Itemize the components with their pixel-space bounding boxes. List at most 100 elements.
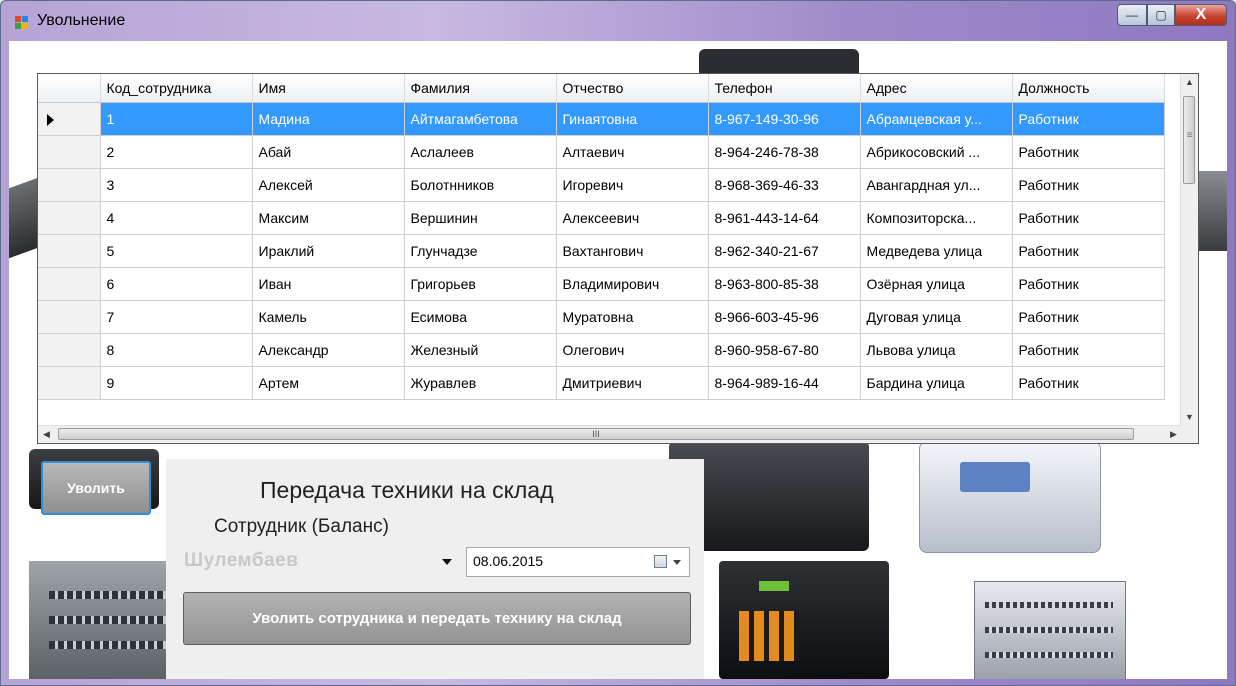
table-cell[interactable]: Железный [404,333,557,367]
table-cell[interactable]: 1 [100,102,253,136]
table-cell[interactable]: 8-964-246-78-38 [708,135,861,169]
table-cell[interactable]: Григорьев [404,267,557,301]
horizontal-scrollbar[interactable]: ◀ III ▶ [38,425,1182,443]
table-cell[interactable]: Иван [252,267,405,301]
calendar-icon[interactable] [654,555,667,568]
table-cell[interactable]: Работник [1012,300,1165,334]
table-cell[interactable]: Журавлев [404,366,557,400]
row-header[interactable] [38,366,101,400]
row-header[interactable] [38,333,101,367]
fire-and-transfer-button[interactable]: Уволить сотрудника и передать технику на… [183,592,691,645]
table-cell[interactable]: 8-961-443-14-64 [708,201,861,235]
column-header[interactable]: Фамилия [404,74,557,103]
table-cell[interactable]: Медведева улица [860,234,1013,268]
table-row[interactable]: 7 Камель Есимова Муратовна 8-966-603-45-… [38,300,1165,334]
table-cell[interactable]: 8-960-958-67-80 [708,333,861,367]
table-cell[interactable]: Работник [1012,333,1165,367]
table-cell[interactable]: Вершинин [404,201,557,235]
table-cell[interactable]: Алексей [252,168,405,202]
column-header[interactable]: Телефон [708,74,861,103]
table-cell[interactable]: 8-963-800-85-38 [708,267,861,301]
table-cell[interactable]: 7 [100,300,253,334]
table-row[interactable]: 8 Александр Железный Олегович 8-960-958-… [38,333,1165,367]
table-row[interactable]: 9 Артем Журавлев Дмитриевич 8-964-989-16… [38,366,1165,400]
table-cell[interactable]: 5 [100,234,253,268]
column-header[interactable]: Адрес [860,74,1013,103]
fire-button[interactable]: Уволить [41,461,151,515]
date-picker[interactable]: 08.06.2015 [466,547,690,577]
table-cell[interactable]: Алексеевич [556,201,709,235]
table-cell[interactable]: Абрикосовский ... [860,135,1013,169]
table-cell[interactable]: Дуговая улица [860,300,1013,334]
table-cell[interactable]: Бардина улица [860,366,1013,400]
table-cell[interactable]: Айтмагамбетова [404,102,557,136]
column-header[interactable]: Код_сотрудника [100,74,253,103]
table-cell[interactable]: 3 [100,168,253,202]
table-cell[interactable]: Есимова [404,300,557,334]
horizontal-scroll-thumb[interactable]: III [58,428,1134,440]
column-header[interactable]: Должность [1012,74,1165,103]
row-header[interactable] [38,234,101,268]
table-cell[interactable]: Максим [252,201,405,235]
table-row[interactable]: 6 Иван Григорьев Владимирович 8-963-800-… [38,267,1165,301]
scroll-left-arrow-icon[interactable]: ◀ [38,426,55,443]
table-cell[interactable]: Работник [1012,201,1165,235]
scroll-right-arrow-icon[interactable]: ▶ [1165,426,1182,443]
column-header[interactable]: Отчество [556,74,709,103]
title-bar[interactable]: Увольнение — ▢ X [1,1,1235,41]
table-cell[interactable]: Ираклий [252,234,405,268]
table-cell[interactable]: Львова улица [860,333,1013,367]
table-cell[interactable]: 8-968-369-46-33 [708,168,861,202]
table-cell[interactable]: Работник [1012,234,1165,268]
table-cell[interactable]: Муратовна [556,300,709,334]
table-cell[interactable]: Работник [1012,366,1165,400]
table-row[interactable]: 1 Мадина Айтмагамбетова Гинаятовна 8-967… [38,102,1165,136]
table-cell[interactable]: Артем [252,366,405,400]
table-cell[interactable]: 8 [100,333,253,367]
table-cell[interactable]: Работник [1012,267,1165,301]
row-header[interactable] [38,267,101,301]
row-header[interactable] [38,135,101,169]
row-header[interactable] [38,102,101,136]
table-cell[interactable]: Игоревич [556,168,709,202]
table-cell[interactable]: Работник [1012,168,1165,202]
table-row[interactable]: 5 Ираклий Глунчадзе Вахтангович 8-962-34… [38,234,1165,268]
table-cell[interactable]: Дмитриевич [556,366,709,400]
table-cell[interactable]: 4 [100,201,253,235]
table-cell[interactable]: Олегович [556,333,709,367]
table-cell[interactable]: 8-967-149-30-96 [708,102,861,136]
table-cell[interactable]: Работник [1012,102,1165,136]
row-header[interactable] [38,201,101,235]
table-cell[interactable]: Болотнников [404,168,557,202]
column-header[interactable]: Имя [252,74,405,103]
table-row[interactable]: 4 Максим Вершинин Алексеевич 8-961-443-1… [38,201,1165,235]
scroll-up-arrow-icon[interactable]: ▲ [1181,74,1198,91]
chevron-down-icon[interactable] [673,560,681,565]
table-cell[interactable]: 2 [100,135,253,169]
table-cell[interactable]: 8-966-603-45-96 [708,300,861,334]
minimize-button[interactable]: — [1117,4,1147,26]
table-cell[interactable]: Гинаятовна [556,102,709,136]
table-cell[interactable]: 8-962-340-21-67 [708,234,861,268]
table-cell[interactable]: Композиторска... [860,201,1013,235]
table-row[interactable]: 2 Абай Аслалеев Алтаевич 8-964-246-78-38… [38,135,1165,169]
table-cell[interactable]: 6 [100,267,253,301]
table-cell[interactable]: Глунчадзе [404,234,557,268]
close-button[interactable]: X [1175,4,1227,26]
table-cell[interactable]: Работник [1012,135,1165,169]
employee-combobox[interactable]: Шулембаев [182,547,458,577]
row-header[interactable] [38,168,101,202]
table-cell[interactable]: Аслалеев [404,135,557,169]
employees-grid[interactable]: Код_сотрудника Имя Фамилия Отчество Теле… [37,73,1199,444]
table-cell[interactable]: Авангардная ул... [860,168,1013,202]
table-cell[interactable]: Абай [252,135,405,169]
table-cell[interactable]: Александр [252,333,405,367]
vertical-scrollbar[interactable]: ▲ ≡ ▼ [1180,74,1198,426]
row-header[interactable] [38,300,101,334]
scroll-down-arrow-icon[interactable]: ▼ [1181,409,1198,426]
table-cell[interactable]: Вахтангович [556,234,709,268]
table-row[interactable]: 3 Алексей Болотнников Игоревич 8-968-369… [38,168,1165,202]
table-cell[interactable]: Алтаевич [556,135,709,169]
table-cell[interactable]: Озёрная улица [860,267,1013,301]
table-cell[interactable]: Абрамцевская у... [860,102,1013,136]
